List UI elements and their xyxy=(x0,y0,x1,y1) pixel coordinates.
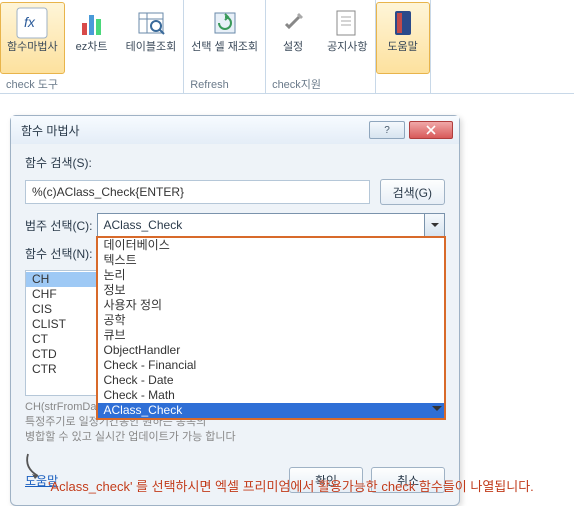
chevron-down-icon[interactable] xyxy=(424,214,444,236)
ribbon-button-label: 함수마법사 xyxy=(7,41,58,54)
dropdown-scroll-icon xyxy=(432,406,442,416)
function-wizard-dialog: 함수 마법사 ? 함수 검색(S): 검색(G) 범주 선택(C): AClas… xyxy=(10,115,460,506)
search-label: 함수 검색(S): xyxy=(25,154,92,171)
ribbon-공지사항-button[interactable]: 공지사항 xyxy=(320,2,374,74)
annotation-arrow-icon xyxy=(20,452,50,482)
category-option[interactable]: 큐브 xyxy=(98,328,445,343)
category-combo[interactable]: AClass_Check 데이터베이스텍스트논리정보사용자 정의공학큐브Obje… xyxy=(97,213,446,237)
category-option[interactable]: AClass_Check xyxy=(98,403,445,418)
category-dropdown: 데이터베이스텍스트논리정보사용자 정의공학큐브ObjectHandlerChec… xyxy=(96,236,447,420)
category-option[interactable]: 사용자 정의 xyxy=(98,298,445,313)
공지사항-icon xyxy=(331,7,363,39)
category-value: AClass_Check xyxy=(98,214,425,236)
ribbon-테이블조회-button[interactable]: 테이블조회 xyxy=(119,2,184,74)
ribbon-button-label: 도움말 xyxy=(387,41,417,54)
category-option[interactable]: 텍스트 xyxy=(98,253,445,268)
dialog-title: 함수 마법사 xyxy=(21,122,365,139)
테이블조회-icon xyxy=(135,7,167,39)
ribbon-button-label: ez차트 xyxy=(76,41,108,54)
svg-text:fx: fx xyxy=(24,14,36,30)
category-option[interactable]: 공학 xyxy=(98,313,445,328)
ribbon-button-label: 테이블조회 xyxy=(126,41,177,54)
ribbon-button-label: 공지사항 xyxy=(327,41,367,54)
도움말-icon xyxy=(387,7,419,39)
category-option[interactable]: Check - Financial xyxy=(98,358,445,373)
함수마법사-icon: fx xyxy=(16,7,48,39)
ribbon-button-label: 설정 xyxy=(283,41,303,54)
ribbon-선택셀재조회-button[interactable]: 선택 셀 재조회 xyxy=(184,2,265,74)
선택셀재조회-icon xyxy=(209,7,241,39)
ribbon-group: 설정 공지사항 check지원 xyxy=(266,0,375,93)
search-input[interactable] xyxy=(25,180,370,204)
category-option[interactable]: Check - Date xyxy=(98,373,445,388)
ribbon-group-label xyxy=(376,89,430,93)
search-button[interactable]: 검색(G) xyxy=(380,179,445,205)
ribbon-group: 선택 셀 재조회 Refresh xyxy=(184,0,266,93)
ribbon-group-label: Refresh xyxy=(184,77,265,93)
ribbon-group-label: check지원 xyxy=(266,74,374,94)
category-option[interactable]: ObjectHandler xyxy=(98,343,445,358)
ribbon-설정-button[interactable]: 설정 xyxy=(266,2,320,74)
category-option[interactable]: Check - Math xyxy=(98,388,445,403)
ribbon-group: fx 함수마법사 ez차트 테이블조회 check 도구 xyxy=(0,0,184,93)
close-icon xyxy=(426,125,436,135)
help-window-button[interactable]: ? xyxy=(369,121,405,139)
dialog-body: 함수 검색(S): 검색(G) 범주 선택(C): AClass_Check 데… xyxy=(11,144,459,505)
ribbon: fx함수마법사ez차트테이블조회check 도구선택 셀 재조회Refresh설… xyxy=(0,0,574,94)
ribbon-group-label: check 도구 xyxy=(0,74,183,94)
titlebar: 함수 마법사 ? xyxy=(11,116,459,144)
ribbon-ez차트-button[interactable]: ez차트 xyxy=(65,2,119,74)
ribbon-group: 도움말 xyxy=(376,0,431,93)
close-window-button[interactable] xyxy=(409,121,453,139)
설정-icon xyxy=(277,7,309,39)
ez차트-icon xyxy=(76,7,108,39)
annotation-text: 'Aclass_check' 를 선택하시면 엑셀 프리미엄에서 활용가능한 c… xyxy=(48,476,534,495)
function-label: 함수 선택(N): xyxy=(25,245,93,262)
ribbon-도움말-button[interactable]: 도움말 xyxy=(376,2,430,74)
ribbon-함수마법사-button[interactable]: fx 함수마법사 xyxy=(0,2,65,74)
category-option[interactable]: 논리 xyxy=(98,268,445,283)
category-label: 범주 선택(C): xyxy=(25,217,93,234)
category-option[interactable]: 정보 xyxy=(98,283,445,298)
ribbon-button-label: 선택 셀 재조회 xyxy=(191,41,258,54)
category-option[interactable]: 데이터베이스 xyxy=(98,238,445,253)
